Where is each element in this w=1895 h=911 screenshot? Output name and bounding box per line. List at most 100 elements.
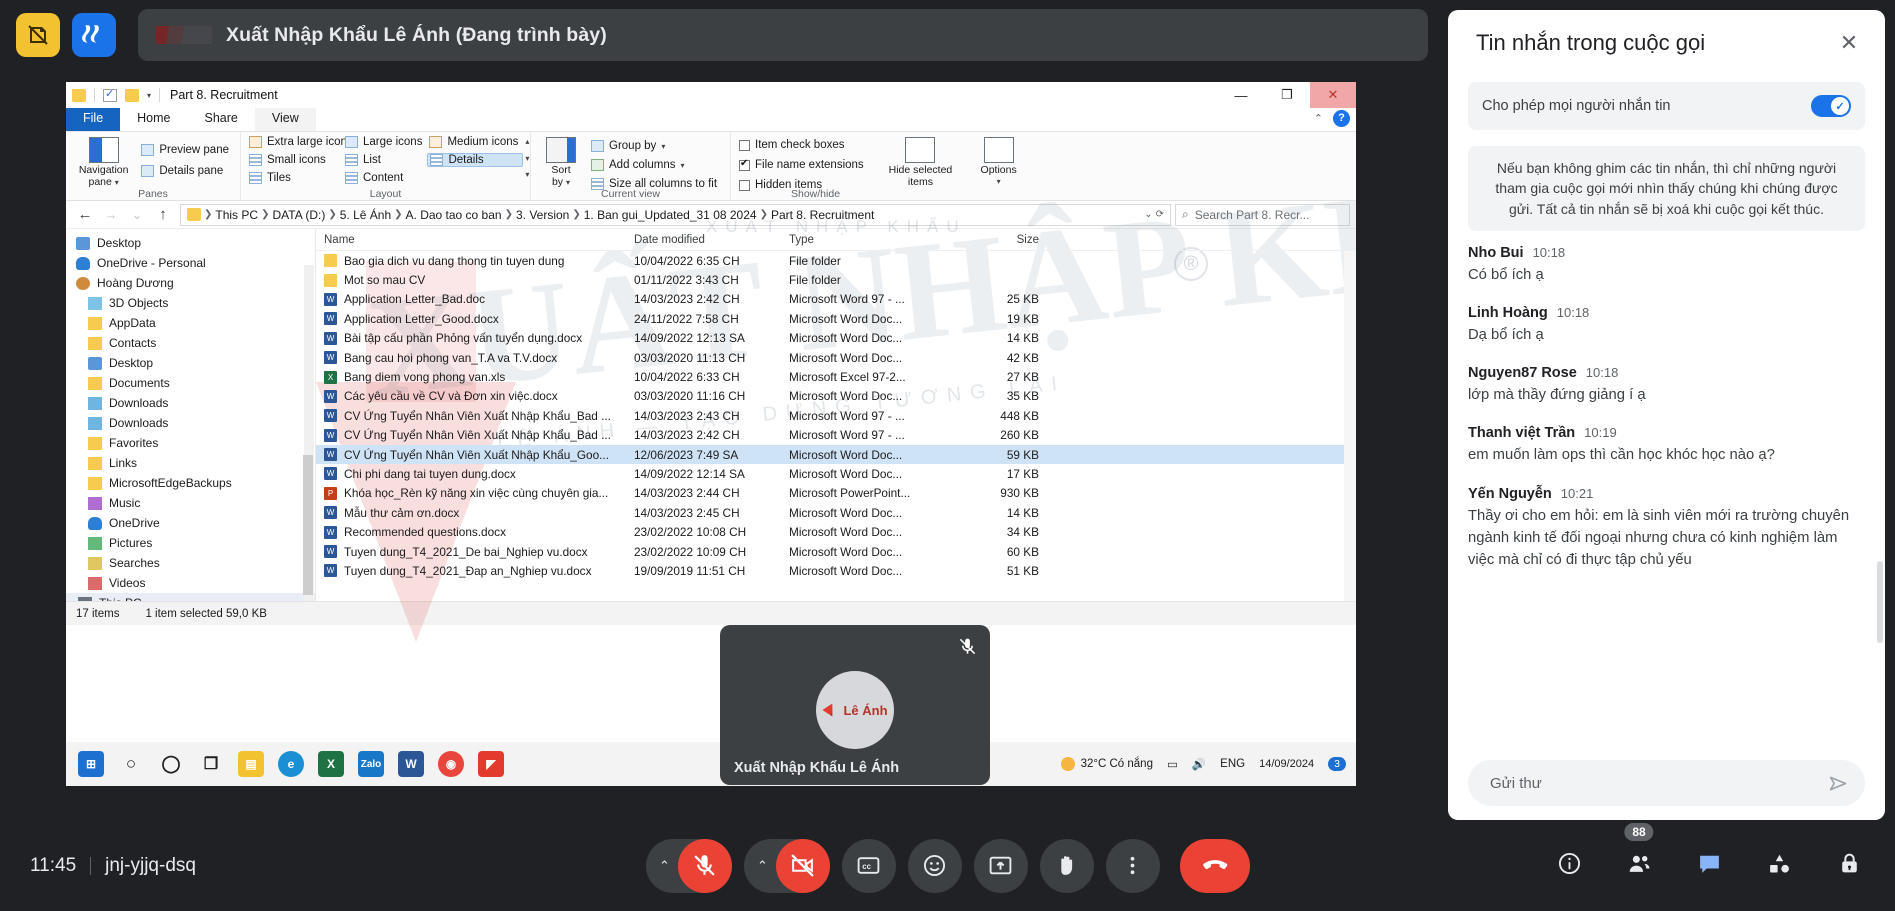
- search-input[interactable]: ⌕ Search Part 8. Recr...: [1175, 203, 1350, 226]
- camera-options-chevron-up-icon[interactable]: ⌃: [750, 858, 776, 874]
- help-icon[interactable]: ?: [1333, 110, 1350, 127]
- table-row[interactable]: W Mẫu thư cảm ơn.docx 14/03/2023 2:45 CH Mi…: [316, 503, 1356, 522]
- breadcrumb[interactable]: ❯ This PC ❯ DATA (D:) ❯ 5. Lê Ánh ❯ A. D…: [180, 203, 1171, 226]
- details-pane-button[interactable]: Details pane: [139, 164, 234, 178]
- item-check-boxes-checkbox[interactable]: Item check boxes: [737, 138, 869, 152]
- sidebar-item-links[interactable]: Links: [66, 453, 315, 473]
- taskbar-clock[interactable]: 14/09/2024: [1259, 758, 1314, 770]
- sort-by-button[interactable]: Sort by ▾: [537, 135, 585, 191]
- ribbon-tab-view[interactable]: View: [254, 108, 316, 131]
- layout-tiles[interactable]: Tiles: [247, 171, 343, 185]
- explorer-navigation-pane[interactable]: Desktop OneDrive - Personal Hoàng Dương …: [66, 229, 316, 601]
- camera-off-icon[interactable]: [775, 838, 830, 893]
- reactions-button[interactable]: [907, 838, 962, 893]
- breadcrumb-item-dao-tao[interactable]: A. Dao tao co ban: [406, 208, 502, 222]
- network-icon[interactable]: ▭: [1167, 757, 1178, 771]
- collapse-ribbon-icon[interactable]: ⌃: [1314, 112, 1323, 125]
- up-button[interactable]: ↑: [150, 206, 176, 223]
- sidebar-item-documents[interactable]: Documents: [66, 373, 315, 393]
- sidebar-item-searches[interactable]: Searches: [66, 553, 315, 573]
- layout-extra-large-icons[interactable]: Extra large icons: [247, 135, 353, 149]
- mic-off-icon[interactable]: [677, 838, 732, 893]
- scrollbar-thumb[interactable]: [303, 455, 313, 595]
- allow-messages-toggle[interactable]: ✓: [1811, 95, 1851, 117]
- present-screen-button[interactable]: [973, 838, 1028, 893]
- excel-icon[interactable]: X: [318, 751, 344, 777]
- column-header-type[interactable]: Type: [781, 234, 956, 246]
- activities-button[interactable]: [1757, 842, 1801, 886]
- allow-everyone-to-send-messages-row[interactable]: Cho phép mọi người nhắn tin ✓: [1468, 82, 1865, 130]
- sidebar-item-downloads-2[interactable]: Downloads: [66, 413, 315, 433]
- add-columns-button[interactable]: Add columns ▾: [589, 158, 722, 172]
- column-header-size[interactable]: Size: [956, 234, 1051, 246]
- sidebar-item-desktop-2[interactable]: Desktop: [66, 353, 315, 373]
- table-row[interactable]: W CV Ứng Tuyển Nhân Viên Xuất Nhập Khẩu_G…: [316, 444, 1356, 465]
- le-anh-icon[interactable]: ◤: [478, 751, 504, 777]
- layout-scroll-down-icon[interactable]: ▾: [525, 154, 529, 163]
- layout-details[interactable]: Details: [427, 153, 524, 167]
- host-controls-button[interactable]: [1827, 842, 1871, 886]
- table-row[interactable]: W Application Letter_Good.docx 24/11/2022 …: [316, 309, 1356, 328]
- navigation-pane-scrollbar[interactable]: [303, 265, 314, 601]
- close-icon[interactable]: ✕: [1831, 25, 1867, 61]
- chat-input-wrapper[interactable]: [1468, 760, 1865, 806]
- layout-large-icons[interactable]: Large icons: [343, 135, 427, 149]
- table-row[interactable]: W Application Letter_Bad.doc 14/03/2023 2:…: [316, 290, 1356, 309]
- raise-hand-button[interactable]: [1039, 838, 1094, 893]
- sidebar-item-pictures[interactable]: Pictures: [66, 533, 315, 553]
- quick-access-folder-icon[interactable]: [72, 88, 86, 102]
- table-row[interactable]: W Bài tập cấu phần Phỏng vấn tuyển dụng.d…: [316, 329, 1356, 348]
- breadcrumb-item-version[interactable]: 3. Version: [516, 208, 569, 222]
- shared-screen-content[interactable]: XUẤT NHẬP KHẨU XUẤT NHẬP KHẨU LÊ ÁNH — T…: [66, 82, 1356, 786]
- language-indicator[interactable]: ENG: [1220, 758, 1245, 770]
- quick-access-newfolder-icon[interactable]: [125, 88, 139, 102]
- table-row[interactable]: W CV Ứng Tuyển Nhân Viên Xuất Nhập Khẩu_B…: [316, 406, 1356, 425]
- meeting-details-button[interactable]: [1547, 842, 1591, 886]
- chrome-icon[interactable]: ◉: [438, 751, 464, 777]
- table-row[interactable]: X Bang diem vong phong van.xls 10/04/2022 …: [316, 367, 1356, 386]
- table-row[interactable]: W Chi phi dang tai tuyen dung.docx 14/09/2…: [316, 464, 1356, 483]
- breadcrumb-item-this-pc[interactable]: This PC: [215, 208, 258, 222]
- table-row[interactable]: Bao gia dich vu dang thong tin tuyen dun…: [316, 251, 1356, 270]
- zalo-icon[interactable]: Zalo: [358, 751, 384, 777]
- minimize-button[interactable]: —: [1218, 82, 1264, 108]
- start-icon[interactable]: ⊞: [78, 751, 104, 777]
- recent-locations-chevron-down-icon[interactable]: ⌄: [124, 207, 150, 223]
- sidebar-item-onedrive[interactable]: OneDrive: [66, 513, 315, 533]
- layout-scroll-up-icon[interactable]: ▴: [525, 137, 529, 146]
- ribbon-tab-file[interactable]: File: [66, 108, 121, 131]
- file-explorer-icon[interactable]: ▤: [238, 751, 264, 777]
- table-row[interactable]: P Khóa học_Rèn kỹ năng xin việc cùng chuy…: [316, 484, 1356, 503]
- chat-message-list[interactable]: Nho Bui 10:18 Có bổ ích ạ Linh Hoàng 10:18 Dạ…: [1448, 231, 1885, 746]
- refresh-icon[interactable]: ⟳: [1156, 209, 1164, 220]
- notes-crossed-icon[interactable]: [16, 13, 60, 57]
- word-icon[interactable]: W: [398, 751, 424, 777]
- table-row[interactable]: W Recommended questions.docx 23/02/2022 10…: [316, 522, 1356, 541]
- presentation-tab[interactable]: Xuất Nhập Khẩu Lê Ánh (Đang trình bày): [138, 9, 1428, 61]
- sidebar-item-desktop[interactable]: Desktop: [66, 233, 315, 253]
- quick-access-chevron-down-icon[interactable]: ▾: [147, 91, 151, 100]
- ribbon-tab-share[interactable]: Share: [188, 108, 255, 131]
- sidebar-item-downloads[interactable]: Downloads: [66, 393, 315, 413]
- quick-access-properties-icon[interactable]: [103, 87, 117, 102]
- weather-widget[interactable]: 32°C Có nắng: [1060, 757, 1153, 771]
- sidebar-item-3d-objects[interactable]: 3D Objects: [66, 293, 315, 313]
- chat-scrollbar-thumb[interactable]: [1877, 560, 1883, 643]
- options-button[interactable]: Options ▾: [972, 135, 1025, 192]
- sidebar-item-music[interactable]: Music: [66, 493, 315, 513]
- file-list[interactable]: Name Date modified Type Size Bao gia dic…: [316, 229, 1356, 601]
- forward-button[interactable]: →: [98, 207, 124, 222]
- ribbon-tab-home[interactable]: Home: [120, 108, 187, 131]
- send-icon[interactable]: [1821, 766, 1855, 800]
- breadcrumb-chevron-down-icon[interactable]: ⌄: [1144, 209, 1152, 220]
- table-row[interactable]: W Bang cau hoi phong van_T.A va T.V.docx 0…: [316, 348, 1356, 367]
- sidebar-item-edge-backups[interactable]: MicrosoftEdgeBackups: [66, 473, 315, 493]
- more-options-button[interactable]: [1105, 838, 1160, 893]
- chat-button[interactable]: [1687, 842, 1731, 886]
- captions-toggle[interactable]: cc: [841, 838, 896, 893]
- task-view-icon[interactable]: ❐: [198, 751, 224, 777]
- layout-expand-icon[interactable]: ▾: [525, 170, 529, 179]
- whiteboard-jam-icon[interactable]: [72, 13, 116, 57]
- sidebar-item-contacts[interactable]: Contacts: [66, 333, 315, 353]
- sidebar-item-videos[interactable]: Videos: [66, 573, 315, 593]
